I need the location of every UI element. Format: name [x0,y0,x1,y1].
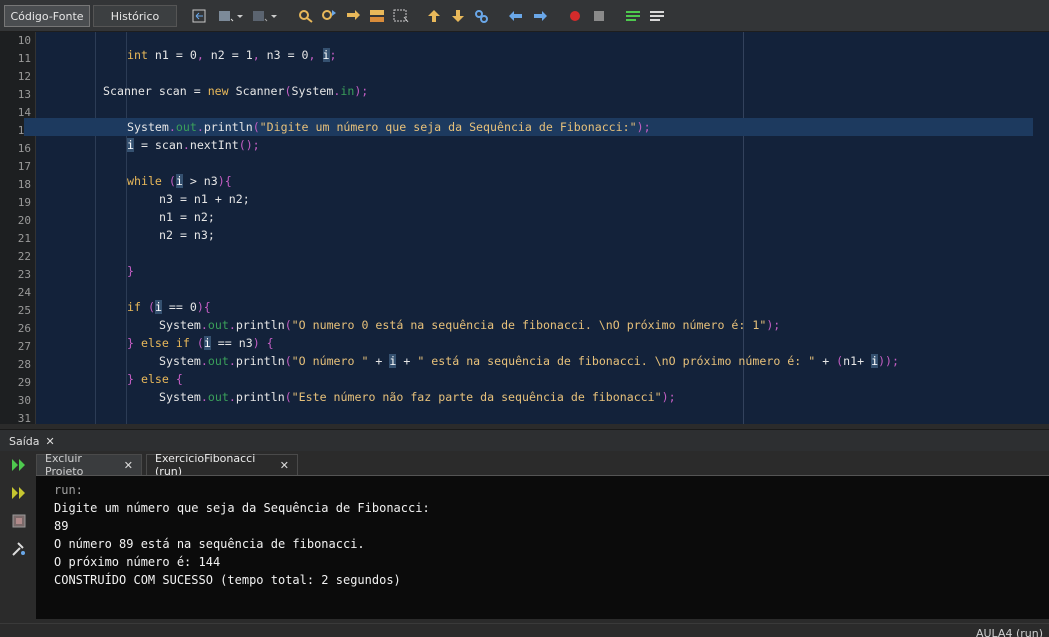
rerun-icon[interactable] [11,457,27,473]
line-number: 17 [17,160,31,173]
line-number: 25 [17,304,31,317]
back-dropdown-icon[interactable] [236,9,244,23]
code-line[interactable]: System.out.println("O numero 0 está na s… [40,316,1049,334]
code-area[interactable]: int n1 = 0, n2 = 1, n3 = 0, i; Scanner s… [24,32,1049,424]
code-line[interactable]: while (i > n3){ [40,172,1049,190]
line-number: 20 [17,214,31,227]
code-line[interactable]: System.out.println("Este número não faz … [40,388,1049,406]
status-bar: AULA4 (run) [0,623,1049,637]
line-number: 12 [17,70,31,83]
shift-right-icon[interactable] [532,9,548,23]
code-line[interactable]: i = scan.nextInt(); [40,136,1049,154]
forward-icon[interactable] [252,9,268,23]
output-console[interactable]: run: Digite um número que seja da Sequên… [36,475,1049,619]
run-tab-active[interactable]: ExercicioFibonacci (run) ✕ [146,452,298,478]
comment-icon[interactable] [625,9,641,23]
close-icon[interactable]: ✕ [46,435,55,448]
line-number: 11 [17,52,31,65]
shift-left-icon[interactable] [508,9,524,23]
line-number: 13 [17,88,31,101]
line-number: 29 [17,376,31,389]
close-icon[interactable]: ✕ [124,459,133,472]
source-tab[interactable]: Código-Fonte [4,5,90,27]
uncomment-icon[interactable] [649,9,665,23]
stop-icon[interactable] [11,513,27,529]
record-macro-icon[interactable] [567,9,583,23]
console-line: O número 89 está na sequência de fibonac… [54,537,365,551]
stop-macro-icon[interactable] [591,9,607,23]
line-number: 22 [17,250,31,263]
status-text[interactable]: AULA4 (run) [976,627,1043,637]
line-number: 28 [17,358,31,371]
line-number: 24 [17,286,31,299]
line-number: 30 [17,394,31,407]
console-line: 89 [54,519,69,533]
last-edit-icon[interactable] [192,9,208,23]
line-number: 16 [17,142,31,155]
close-icon[interactable]: ✕ [280,459,289,472]
line-number: 19 [17,196,31,209]
line-number: 10 [17,34,31,47]
code-line[interactable]: Scanner scan = new Scanner(System.in); [40,82,1049,100]
find-next-icon[interactable] [345,9,361,23]
code-line[interactable]: n2 = n3; [40,226,1049,244]
code-line-current[interactable]: System.out.println("Digite um número que… [24,118,1033,136]
line-number: 18 [17,178,31,191]
code-editor[interactable]: 10 11 12 13 14 15 16 17 18 19 20 21 22 2… [0,32,1049,425]
code-line[interactable]: } [40,262,1049,280]
prev-bookmark-icon[interactable] [426,9,442,23]
line-number: 26 [17,322,31,335]
back-icon[interactable] [218,9,234,23]
console-line: CONSTRUÍDO COM SUCESSO (tempo total: 2 s… [54,573,401,587]
next-bookmark-icon[interactable] [450,9,466,23]
code-line[interactable]: } else { [40,370,1049,388]
editor-toolbar: Código-Fonte Histórico [0,0,1049,32]
line-number-gutter: 10 11 12 13 14 15 16 17 18 19 20 21 22 2… [0,32,36,425]
output-sidebar [0,451,34,623]
run-tabs: Excluir Projeto ✕ ExercicioFibonacci (ru… [36,452,1049,478]
output-panel-header: Saída ✕ [0,429,1049,451]
find-selection-icon[interactable] [369,9,385,23]
history-tab[interactable]: Histórico [93,5,177,27]
find-prev-icon[interactable] [321,9,337,23]
select-icon[interactable] [393,9,409,23]
console-line: run: [54,483,83,497]
output-panel-title: Saída [9,434,40,448]
line-number: 21 [17,232,31,245]
rerun-with-params-icon[interactable] [11,485,27,501]
find-icon[interactable] [298,9,314,23]
code-line[interactable]: if (i == 0){ [40,298,1049,316]
line-number: 27 [17,340,31,353]
code-line[interactable]: System.out.println("O número " + i + " e… [40,352,1049,370]
code-line[interactable]: n3 = n1 + n2; [40,190,1049,208]
run-tab[interactable]: Excluir Projeto ✕ [36,452,142,478]
line-number: 31 [17,412,31,425]
output-panel-tab[interactable]: Saída ✕ [5,432,59,450]
settings-tools-icon[interactable] [11,541,27,557]
console-line: Digite um número que seja da Sequência d… [54,501,430,515]
forward-dropdown-icon[interactable] [270,9,278,23]
code-line[interactable]: int n1 = 0, n2 = 1, n3 = 0, i; [40,46,1049,64]
toggle-bookmark-icon[interactable] [474,9,490,23]
code-line[interactable]: } else if (i == n3) { [40,334,1049,352]
line-number: 23 [17,268,31,281]
console-line: O próximo número é: 144 [54,555,221,569]
code-line[interactable]: n1 = n2; [40,208,1049,226]
